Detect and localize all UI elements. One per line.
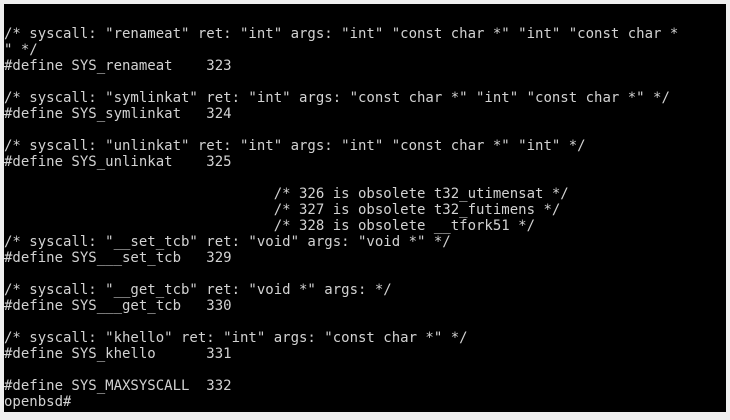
- console-line: /* syscall: "renameat" ret: "int" args: …: [4, 26, 679, 42]
- text-cursor: [71, 394, 80, 408]
- console-line: " */: [4, 42, 38, 58]
- console-line: /* syscall: "__set_tcb" ret: "void" args…: [4, 234, 451, 250]
- console-line: #define SYS_unlinkat 325: [4, 154, 232, 170]
- console-line: /* 327 is obsolete t32_futimens */: [4, 202, 561, 218]
- console-screen[interactable]: /* syscall: "renameat" ret: "int" args: …: [4, 4, 726, 412]
- command-line[interactable]: openbsd#: [4, 394, 726, 410]
- console-line: /* syscall: "__get_tcb" ret: "void *" ar…: [4, 282, 392, 298]
- console-line: #define SYS_renameat 323: [4, 58, 232, 74]
- console-output: /* syscall: "renameat" ret: "int" args: …: [4, 26, 726, 410]
- console-line: /* syscall: "symlinkat" ret: "int" args:…: [4, 90, 670, 106]
- console-line: #define SYS_MAXSYSCALL 332: [4, 378, 232, 394]
- console-line: #define SYS_symlinkat 324: [4, 106, 232, 122]
- shell-prompt: openbsd#: [4, 394, 72, 410]
- console-line: #define SYS___set_tcb 329: [4, 250, 232, 266]
- console-line: /* syscall: "unlinkat" ret: "int" args: …: [4, 138, 586, 154]
- console-line: #define SYS_khello 331: [4, 346, 232, 362]
- console-line: #define SYS___get_tcb 330: [4, 298, 232, 314]
- console-line: /* syscall: "khello" ret: "int" args: "c…: [4, 330, 468, 346]
- console-line: /* 326 is obsolete t32_utimensat */: [4, 186, 569, 202]
- console-line: /* 328 is obsolete __tfork51 */: [4, 218, 536, 234]
